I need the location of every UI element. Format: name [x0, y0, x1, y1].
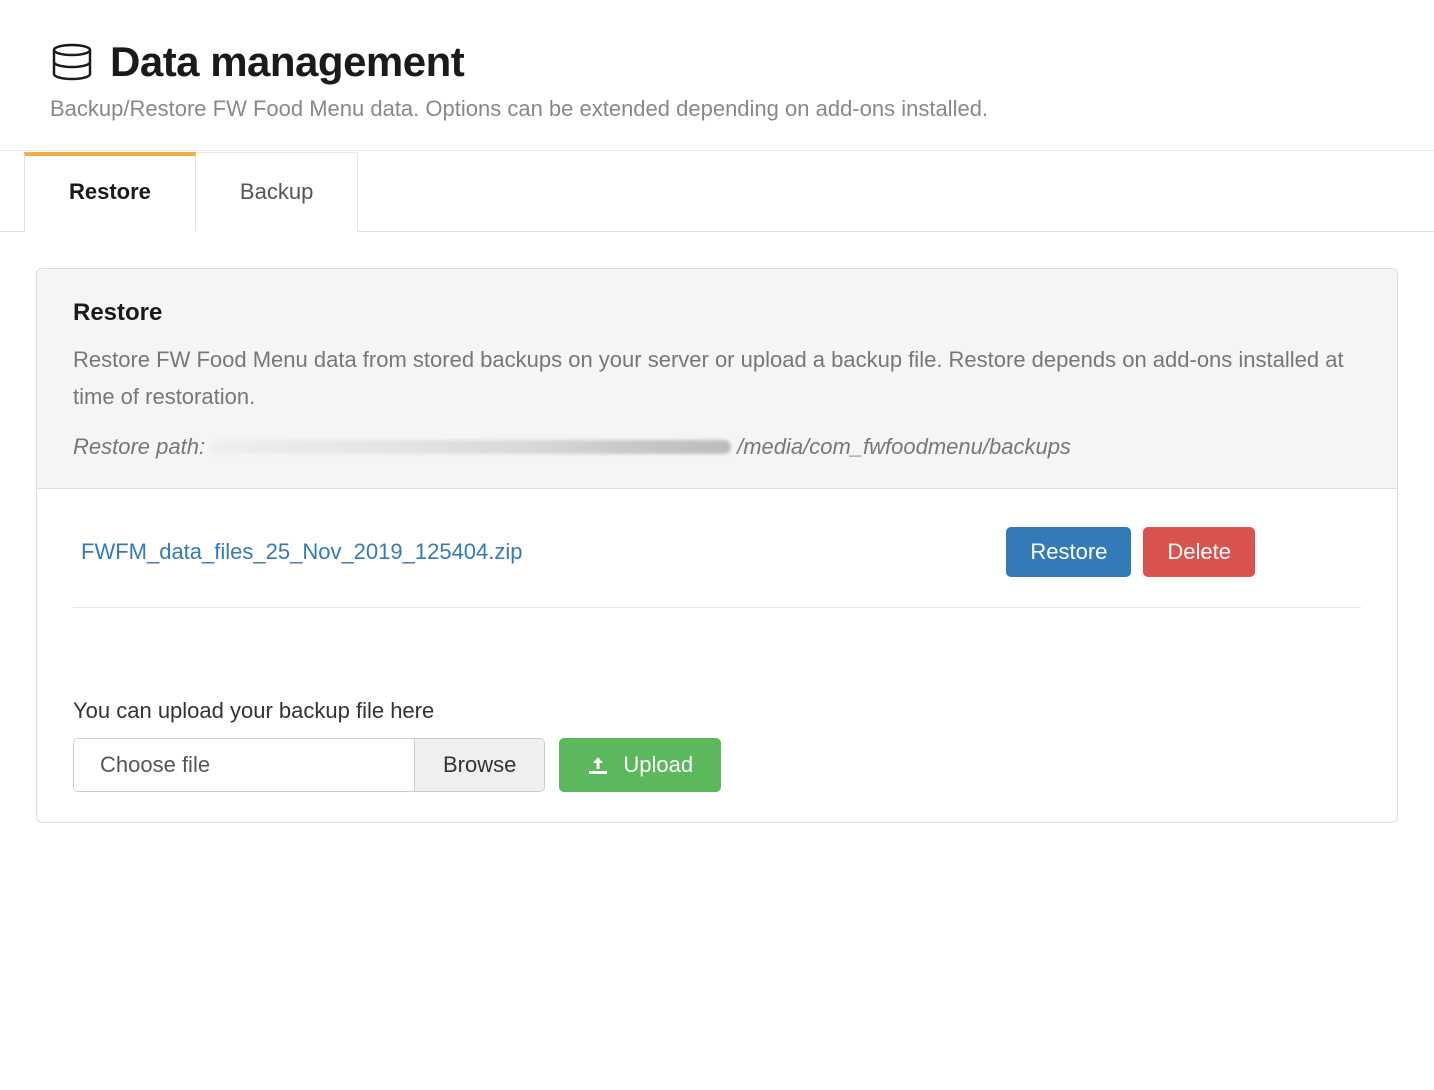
restore-button[interactable]: Restore	[1006, 527, 1131, 577]
upload-button-label: Upload	[623, 752, 693, 778]
restore-panel: Restore Restore FW Food Menu data from s…	[36, 268, 1398, 823]
database-icon	[50, 43, 94, 81]
tab-restore[interactable]: Restore	[24, 152, 196, 232]
restore-path-value: /media/com_fwfoodmenu/backups	[737, 434, 1071, 460]
panel-description: Restore FW Food Menu data from stored ba…	[73, 341, 1361, 416]
upload-section: You can upload your backup file here Bro…	[73, 698, 1361, 792]
browse-button[interactable]: Browse	[414, 739, 544, 791]
upload-label: You can upload your backup file here	[73, 698, 1361, 724]
restore-path-label: Restore path:	[73, 434, 205, 460]
delete-button[interactable]: Delete	[1143, 527, 1255, 577]
panel-title: Restore	[73, 299, 1361, 327]
backup-filename-link[interactable]: FWFM_data_files_25_Nov_2019_125404.zip	[81, 539, 523, 565]
tabs: Restore Backup	[24, 152, 1410, 232]
page-header: Data management Backup/Restore FW Food M…	[0, 0, 1434, 151]
upload-button[interactable]: Upload	[559, 738, 721, 792]
redacted-path	[211, 440, 731, 454]
file-input[interactable]	[74, 739, 414, 791]
restore-path: Restore path: /media/com_fwfoodmenu/back…	[73, 434, 1361, 460]
upload-icon	[587, 755, 609, 775]
file-input-group: Browse	[73, 738, 545, 792]
tab-backup[interactable]: Backup	[196, 152, 358, 232]
page-subtitle: Backup/Restore FW Food Menu data. Option…	[50, 96, 1384, 122]
page-title: Data management	[110, 38, 464, 86]
panel-header: Restore Restore FW Food Menu data from s…	[37, 269, 1397, 489]
backup-row: FWFM_data_files_25_Nov_2019_125404.zip R…	[73, 523, 1361, 608]
